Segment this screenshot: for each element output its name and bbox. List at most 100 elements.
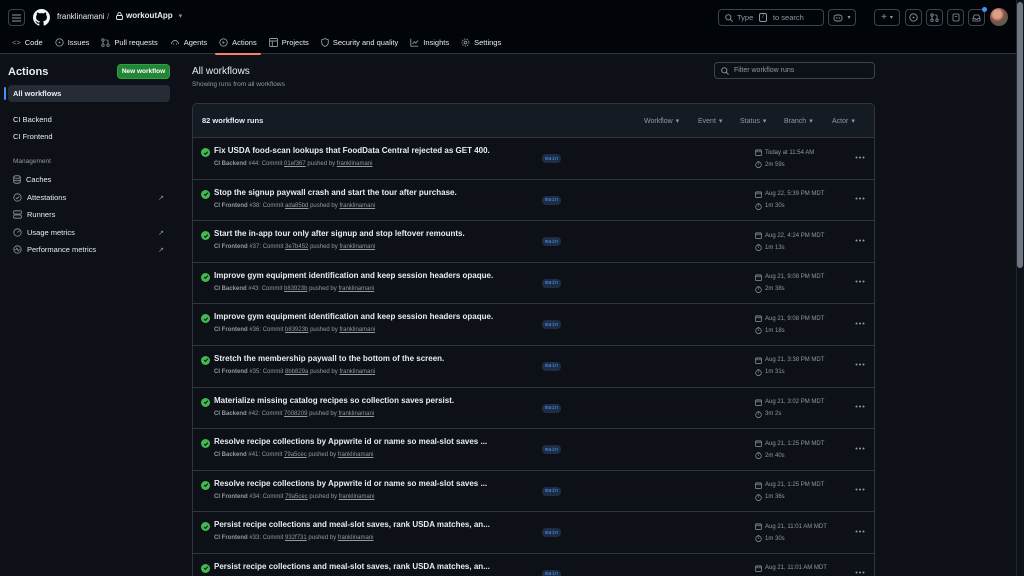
- tab-code[interactable]: <> Code: [6, 32, 49, 52]
- pull-requests-button[interactable]: [926, 9, 943, 26]
- kebab-horizontal-icon[interactable]: [853, 193, 867, 205]
- run-title-link[interactable]: Persist recipe collections and meal-slot…: [214, 562, 490, 571]
- run-title-link[interactable]: Materialize missing catalog recipes so c…: [214, 396, 454, 405]
- actor-link[interactable]: franklinamani: [337, 161, 373, 167]
- commit-sha-link[interactable]: 01ef367: [284, 161, 306, 167]
- workflow-run-row[interactable]: Start the in-app tour only after signup …: [193, 221, 874, 263]
- sidebar-item-runners[interactable]: Runners: [8, 206, 170, 223]
- run-title-link[interactable]: Stop the signup paywall crash and start …: [214, 188, 457, 197]
- branch-label[interactable]: main: [542, 237, 562, 247]
- actor-link[interactable]: franklinamani: [338, 452, 374, 458]
- actor-link[interactable]: franklinamani: [338, 411, 374, 417]
- sidebar-item-all-workflows[interactable]: All workflows: [4, 85, 170, 102]
- commit-sha-link[interactable]: 7008209: [284, 411, 307, 417]
- run-title-link[interactable]: Fix USDA food-scan lookups that FoodData…: [214, 146, 490, 155]
- run-title-link[interactable]: Persist recipe collections and meal-slot…: [214, 520, 490, 529]
- kebab-horizontal-icon[interactable]: [853, 234, 867, 246]
- workflow-filter-dropdown[interactable]: Workflow ▾: [644, 117, 679, 126]
- tab-issues[interactable]: Issues: [49, 32, 96, 52]
- branch-label[interactable]: main: [542, 278, 562, 288]
- user-avatar[interactable]: [990, 8, 1008, 26]
- branch-label[interactable]: main: [542, 154, 562, 163]
- workflow-run-row[interactable]: Persist recipe collections and meal-slot…: [193, 554, 874, 576]
- filter-workflow-runs-input[interactable]: Filter workflow runs: [714, 62, 875, 79]
- workflow-run-row[interactable]: Stop the signup paywall crash and start …: [193, 180, 874, 222]
- actor-link[interactable]: franklinamani: [338, 535, 374, 541]
- commit-sha-link[interactable]: b83923b: [285, 327, 308, 333]
- repositories-button[interactable]: [947, 9, 964, 26]
- commit-sha-link[interactable]: 79a5cec: [284, 452, 307, 458]
- status-filter-dropdown[interactable]: Status ▾: [740, 117, 766, 126]
- branch-label[interactable]: main: [542, 569, 562, 576]
- sidebar-item-ci-backend[interactable]: CI Backend: [8, 111, 170, 128]
- actor-filter-dropdown[interactable]: Actor ▾: [832, 117, 855, 126]
- branch-label[interactable]: main: [542, 361, 562, 371]
- sidebar-item-attestations[interactable]: Attestations ↗: [8, 189, 170, 206]
- commit-sha-link[interactable]: 3e7b452: [285, 244, 308, 250]
- tab-security[interactable]: Security and quality: [315, 32, 404, 52]
- workflow-run-row[interactable]: Resolve recipe collections by Appwrite i…: [193, 429, 874, 471]
- sidebar-item-caches[interactable]: Caches: [8, 171, 170, 188]
- workflow-run-row[interactable]: Improve gym equipment identification and…: [193, 304, 874, 346]
- kebab-horizontal-icon[interactable]: [853, 567, 867, 576]
- workflow-run-row[interactable]: Fix USDA food-scan lookups that FoodData…: [193, 138, 874, 180]
- repo-owner-link[interactable]: franklinamani: [57, 12, 105, 21]
- branch-label[interactable]: main: [542, 486, 562, 496]
- tab-projects[interactable]: Projects: [263, 32, 315, 52]
- copilot-button[interactable]: ▾: [828, 9, 856, 26]
- new-workflow-button[interactable]: New workflow: [117, 64, 170, 79]
- tab-pull-requests[interactable]: Pull requests: [95, 32, 163, 52]
- run-title-link[interactable]: Improve gym equipment identification and…: [214, 312, 493, 321]
- kebab-horizontal-icon[interactable]: [853, 484, 867, 496]
- event-filter-dropdown[interactable]: Event ▾: [698, 117, 722, 126]
- chevron-down-icon[interactable]: ▾: [179, 12, 183, 20]
- actor-link[interactable]: franklinamani: [339, 327, 375, 333]
- sidebar-item-performance-metrics[interactable]: Performance metrics ↗: [8, 241, 170, 258]
- branch-label[interactable]: main: [542, 528, 562, 538]
- actor-link[interactable]: franklinamani: [339, 203, 375, 209]
- workflow-run-row[interactable]: Resolve recipe collections by Appwrite i…: [193, 471, 874, 513]
- kebab-horizontal-icon[interactable]: [853, 276, 867, 288]
- sidebar-item-ci-frontend[interactable]: CI Frontend: [8, 128, 170, 145]
- actor-link[interactable]: franklinamani: [339, 494, 375, 500]
- menu-button[interactable]: [8, 9, 25, 26]
- create-new-button[interactable]: + ▾: [874, 9, 900, 26]
- tab-settings[interactable]: Settings: [455, 32, 507, 52]
- kebab-horizontal-icon[interactable]: [853, 317, 867, 329]
- commit-sha-link[interactable]: b83923b: [284, 286, 307, 292]
- run-title-link[interactable]: Resolve recipe collections by Appwrite i…: [214, 479, 487, 488]
- commit-sha-link[interactable]: 932f731: [285, 535, 307, 541]
- actor-link[interactable]: franklinamani: [338, 286, 374, 292]
- workflow-run-row[interactable]: Improve gym equipment identification and…: [193, 263, 874, 305]
- branch-label[interactable]: main: [542, 445, 562, 455]
- kebab-horizontal-icon[interactable]: [853, 525, 867, 537]
- commit-sha-link[interactable]: 79a5cec: [285, 494, 308, 500]
- branch-label[interactable]: main: [542, 320, 562, 330]
- workflow-run-row[interactable]: Stretch the membership paywall to the bo…: [193, 346, 874, 388]
- scrollbar-thumb[interactable]: [1017, 2, 1023, 268]
- commit-sha-link[interactable]: 8bb829a: [285, 369, 308, 375]
- actor-link[interactable]: franklinamani: [339, 369, 375, 375]
- run-title-link[interactable]: Stretch the membership paywall to the bo…: [214, 354, 444, 363]
- tab-insights[interactable]: Insights: [404, 32, 455, 52]
- search-input[interactable]: Type / to search: [718, 9, 824, 26]
- tab-actions[interactable]: Actions: [213, 32, 263, 55]
- workflow-run-row[interactable]: Materialize missing catalog recipes so c…: [193, 388, 874, 430]
- commit-sha-link[interactable]: ada85bd: [285, 203, 308, 209]
- github-logo-icon[interactable]: [33, 9, 50, 26]
- actor-link[interactable]: franklinamani: [339, 244, 375, 250]
- run-title-link[interactable]: Resolve recipe collections by Appwrite i…: [214, 437, 487, 446]
- kebab-horizontal-icon[interactable]: [853, 401, 867, 413]
- kebab-horizontal-icon[interactable]: [853, 151, 867, 163]
- branch-label[interactable]: main: [542, 195, 562, 205]
- kebab-horizontal-icon[interactable]: [853, 359, 867, 371]
- branch-filter-dropdown[interactable]: Branch ▾: [784, 117, 813, 126]
- branch-label[interactable]: main: [542, 403, 562, 413]
- kebab-horizontal-icon[interactable]: [853, 442, 867, 454]
- repo-name-link[interactable]: workoutApp ▾: [116, 11, 182, 20]
- tab-agents[interactable]: Agents: [164, 32, 213, 52]
- workflow-run-row[interactable]: Persist recipe collections and meal-slot…: [193, 512, 874, 554]
- sidebar-item-usage-metrics[interactable]: Usage metrics ↗: [8, 224, 170, 241]
- run-title-link[interactable]: Start the in-app tour only after signup …: [214, 229, 465, 238]
- issues-button[interactable]: [905, 9, 922, 26]
